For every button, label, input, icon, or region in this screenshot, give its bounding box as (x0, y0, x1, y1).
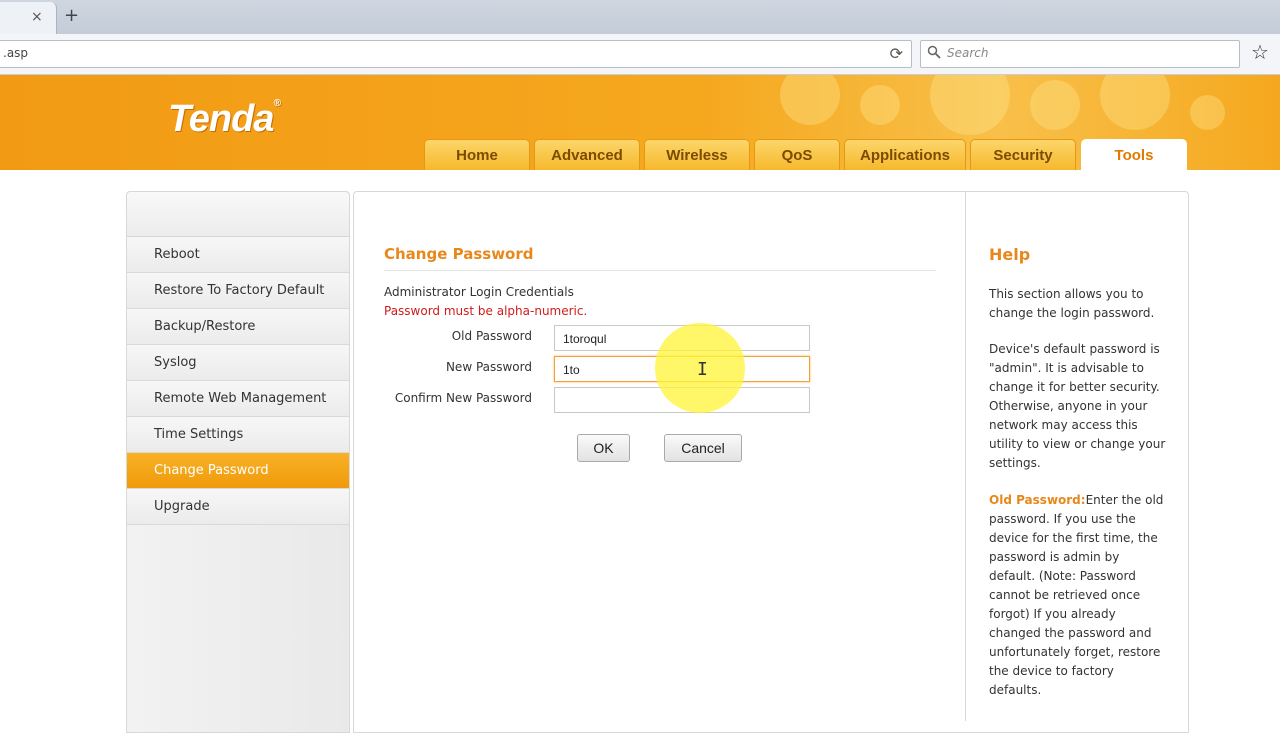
browser-tab-strip: × + (0, 0, 1280, 34)
sidebar: Reboot Restore To Factory Default Backup… (126, 191, 350, 733)
help-paragraph-2: Device's default password is "admin". It… (989, 342, 1166, 470)
browser-search-input[interactable]: Search (920, 40, 1240, 68)
search-icon (927, 45, 941, 59)
credentials-label: Administrator Login Credentials (384, 285, 574, 299)
tab-applications[interactable]: Applications (844, 139, 966, 170)
help-divider (965, 191, 966, 721)
tab-tools[interactable]: Tools (1081, 139, 1187, 170)
sidebar-item-syslog[interactable]: Syslog (127, 345, 349, 381)
help-paragraph-3-text: Enter the old password. If you use the d… (989, 493, 1164, 697)
help-term-old-password: Old Password: (989, 493, 1086, 507)
ok-button[interactable]: OK (577, 434, 630, 462)
sidebar-item-time-settings[interactable]: Time Settings (127, 417, 349, 453)
text-cursor-icon: I (697, 359, 708, 380)
close-tab-icon[interactable]: × (31, 9, 43, 25)
confirm-password-label: Confirm New Password (394, 391, 532, 405)
sidebar-item-remote-web-management[interactable]: Remote Web Management (127, 381, 349, 417)
help-title: Help (989, 245, 1031, 264)
reload-icon[interactable]: ⟳ (890, 44, 903, 63)
help-paragraph-1: This section allows you to change the lo… (989, 287, 1155, 320)
cancel-button[interactable]: Cancel (664, 434, 742, 462)
tab-qos[interactable]: QoS (754, 139, 840, 170)
validation-warning: Password must be alpha-numeric. (384, 304, 588, 318)
new-tab-icon[interactable]: + (64, 5, 79, 26)
old-password-label: Old Password (451, 329, 532, 343)
new-password-label: New Password (445, 360, 532, 374)
browser-tab[interactable]: × (0, 2, 57, 34)
search-placeholder: Search (947, 46, 989, 60)
sidebar-item-change-password[interactable]: Change Password (127, 453, 349, 489)
tab-security[interactable]: Security (970, 139, 1076, 170)
sidebar-item-upgrade[interactable]: Upgrade (127, 489, 349, 525)
sidebar-header (127, 192, 349, 237)
bookmark-star-icon[interactable]: ☆ (1251, 40, 1269, 64)
sidebar-item-backup-restore[interactable]: Backup/Restore (127, 309, 349, 345)
tab-home[interactable]: Home (424, 139, 530, 170)
help-paragraph-3: Old Password:Enter the old password. If … (989, 491, 1167, 700)
title-divider (384, 270, 936, 271)
tab-advanced[interactable]: Advanced (534, 139, 640, 170)
address-bar[interactable]: .asp ⟳ (0, 40, 912, 68)
address-bar-url: .asp (3, 46, 29, 60)
page-title: Change Password (384, 245, 534, 263)
sidebar-item-restore-factory-default[interactable]: Restore To Factory Default (127, 273, 349, 309)
browser-toolbar: .asp ⟳ Search (0, 34, 1280, 75)
sidebar-item-reboot[interactable]: Reboot (127, 237, 349, 273)
tab-wireless[interactable]: Wireless (644, 139, 750, 170)
tenda-logo[interactable]: Tenda® (168, 98, 281, 141)
